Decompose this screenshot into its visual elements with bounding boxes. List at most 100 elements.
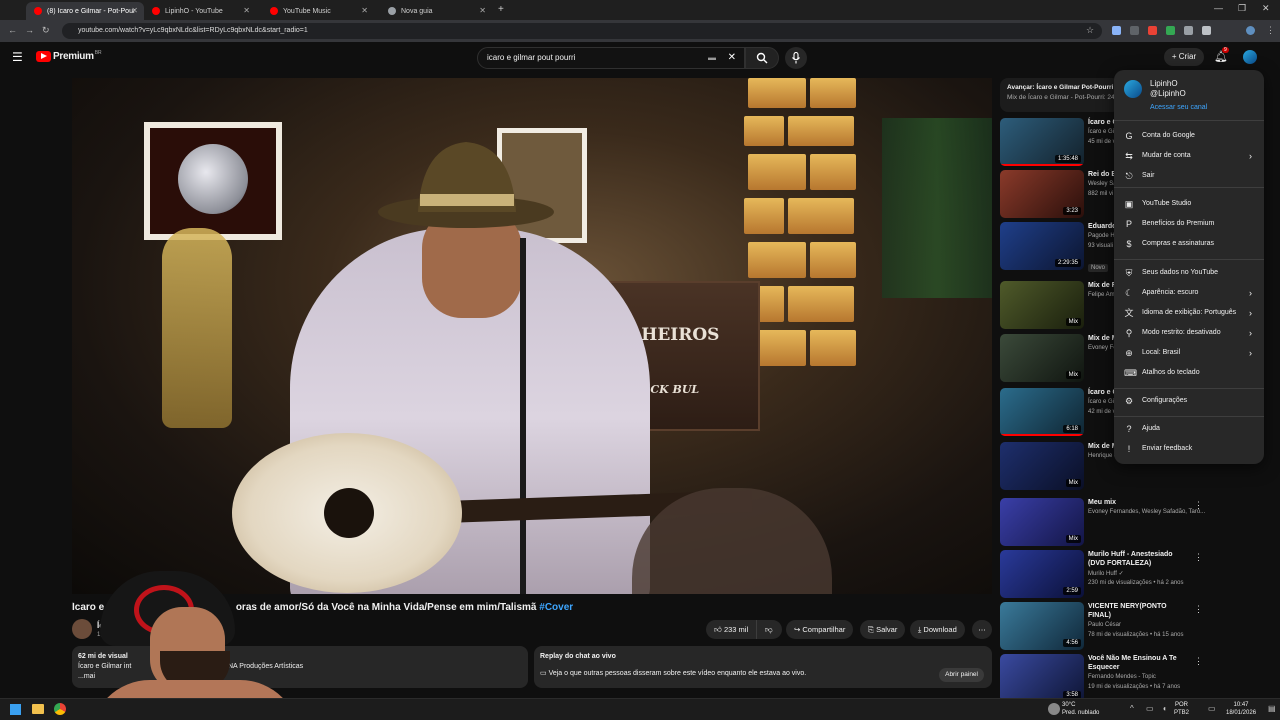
language-code[interactable]: POR: [1174, 701, 1189, 709]
extension-icon[interactable]: [1166, 26, 1175, 35]
extension-icon[interactable]: [1148, 26, 1157, 35]
account-menu-item[interactable]: P Benefícios do Premium: [1114, 215, 1264, 233]
share-button[interactable]: ↪ Compartilhar: [786, 620, 854, 639]
account-menu-item[interactable]: ? Ajuda: [1114, 420, 1264, 438]
keyboard-layout[interactable]: PTB2: [1174, 709, 1189, 717]
search-button[interactable]: [745, 47, 779, 69]
chevron-right-icon: ›: [1249, 151, 1252, 161]
tab-youtube-music[interactable]: YouTube Music ✕: [262, 2, 374, 20]
more-vertical-icon[interactable]: ⋮: [1194, 604, 1203, 615]
close-tab-icon[interactable]: ✕: [479, 6, 486, 15]
video-thumbnail[interactable]: 4:56: [1000, 602, 1084, 650]
video-thumbnail[interactable]: 2:29:35: [1000, 222, 1084, 270]
windows-start-icon[interactable]: [10, 704, 21, 715]
video-thumbnail[interactable]: 2:59: [1000, 550, 1084, 598]
voice-search-button[interactable]: [785, 47, 807, 69]
search-input[interactable]: icaro e gilmar pout pourri ▬ ✕: [477, 47, 745, 69]
account-menu-item[interactable]: ▣ YouTube Studio: [1114, 195, 1264, 213]
video-thumbnail[interactable]: 3:58: [1000, 654, 1084, 702]
tray-chevron-icon[interactable]: ^: [1130, 704, 1134, 713]
account-menu-item[interactable]: G Conta do Google: [1114, 127, 1264, 145]
video-thumbnail[interactable]: Mix: [1000, 442, 1084, 490]
extension-icon[interactable]: [1130, 26, 1139, 35]
recommended-title[interactable]: Murilo Huff - Anestesiado (DVD FORTALEZA…: [1088, 550, 1188, 568]
notification-center-icon[interactable]: ▤: [1268, 704, 1276, 713]
account-menu-item[interactable]: ☾ Aparência: escuro ›: [1114, 284, 1264, 302]
recommended-video[interactable]: 3:58 Você Não Me Ensinou A Te Esquecer Fer…: [1000, 654, 1210, 702]
duration-badge: Mix: [1065, 535, 1081, 543]
profile-avatar-icon[interactable]: [1246, 26, 1255, 35]
like-button[interactable]: 👍︎ 233 mil: [706, 620, 756, 639]
weather-icon: [1048, 703, 1060, 715]
maximize-icon[interactable]: ❐: [1238, 3, 1246, 14]
account-menu-item[interactable]: ⚲ Modo restrito: desativado ›: [1114, 324, 1264, 342]
minimize-icon[interactable]: —: [1214, 3, 1223, 13]
more-actions-button[interactable]: ⋯: [972, 620, 992, 639]
create-button[interactable]: + Criar: [1164, 48, 1204, 66]
recommended-video[interactable]: 4:56 VICENTE NERY(PONTO FINAL) Paulo César…: [1000, 602, 1210, 650]
account-menu-item[interactable]: 文 Idioma de exibição: Português ›: [1114, 304, 1264, 322]
file-explorer-icon[interactable]: [32, 704, 44, 714]
forward-icon[interactable]: →: [25, 25, 34, 35]
video-player[interactable]: PALHEIROS BLACK BUL: [72, 78, 992, 594]
close-window-icon[interactable]: ✕: [1262, 3, 1270, 14]
hamburger-menu-icon[interactable]: ☰: [12, 50, 23, 64]
new-tab-icon[interactable]: +: [498, 4, 504, 15]
close-tab-icon[interactable]: ✕: [131, 6, 138, 15]
close-tab-icon[interactable]: ✕: [243, 6, 250, 15]
account-menu-item[interactable]: ⛨ Seus dados no YouTube: [1114, 264, 1264, 282]
extension-icon[interactable]: [1184, 26, 1193, 35]
clock-time[interactable]: 10:47: [1226, 701, 1256, 709]
open-chat-panel-button[interactable]: Abrir painel: [939, 668, 984, 682]
account-menu-item[interactable]: ⎋ Sair: [1114, 167, 1264, 185]
more-vertical-icon[interactable]: ⋮: [1194, 656, 1203, 667]
tab-icaro-gilmar[interactable]: (8) Ícaro e Gilmar - Pot-Pourri ✕: [26, 2, 144, 20]
more-vertical-icon[interactable]: ⋮: [1194, 500, 1203, 511]
account-menu-item[interactable]: ! Enviar feedback: [1114, 440, 1264, 458]
account-avatar[interactable]: [1243, 50, 1257, 64]
tab-label: YouTube Music: [283, 7, 331, 15]
display-icon[interactable]: ▭: [1208, 704, 1216, 713]
video-thumbnail[interactable]: 3:23: [1000, 170, 1084, 218]
close-tab-icon[interactable]: ✕: [361, 6, 368, 15]
video-thumbnail[interactable]: 6:18: [1000, 388, 1084, 436]
chrome-taskbar-icon[interactable]: [54, 703, 66, 715]
account-menu-item[interactable]: $ Compras e assinaturas: [1114, 235, 1264, 253]
recommended-video[interactable]: 2:59 Murilo Huff - Anestesiado (DVD FORTA…: [1000, 550, 1210, 598]
recommended-title[interactable]: Meu mix: [1088, 498, 1188, 507]
recommended-video[interactable]: Mix Meu mix Evoney Fernandes, Wesley Safad…: [1000, 498, 1210, 546]
more-vertical-icon[interactable]: ⋮: [1194, 552, 1203, 563]
youtube-premium-logo[interactable]: Premium BR: [36, 50, 102, 62]
keyboard-icon[interactable]: ▬: [708, 48, 716, 68]
video-thumbnail[interactable]: Mix: [1000, 281, 1084, 329]
video-thumbnail[interactable]: 1:35:48: [1000, 118, 1084, 166]
tab-nova-guia[interactable]: Nova guia ✕: [380, 2, 492, 20]
video-thumbnail[interactable]: Mix: [1000, 334, 1084, 382]
back-icon[interactable]: ←: [8, 25, 17, 35]
account-menu-item[interactable]: ⊕ Local: Brasil ›: [1114, 344, 1264, 362]
tab-lipinho-youtube[interactable]: LipinhO - YouTube ✕: [144, 2, 256, 20]
extension-icon[interactable]: [1112, 26, 1121, 35]
bookmark-star-icon[interactable]: ☆: [1086, 25, 1094, 36]
network-icon[interactable]: ▭: [1146, 704, 1154, 713]
account-menu-item[interactable]: ⌨ Atalhos do teclado: [1114, 364, 1264, 382]
hashtag-link[interactable]: #Cover: [539, 602, 573, 613]
video-thumbnail[interactable]: Mix: [1000, 498, 1084, 546]
up-next-card[interactable]: Avançar: Ícaro e Gilmar Pot-Pourri Mix d…: [1000, 78, 1120, 112]
speaker-icon[interactable]: ◖: [1162, 704, 1167, 713]
extensions-puzzle-icon[interactable]: [1202, 26, 1211, 35]
view-channel-link[interactable]: Acessar seu canal: [1150, 104, 1207, 111]
account-menu-item[interactable]: ⚙ Configurações: [1114, 392, 1264, 410]
reload-icon[interactable]: ↻: [42, 25, 50, 36]
recommended-title[interactable]: VICENTE NERY(PONTO FINAL): [1088, 602, 1188, 620]
menu-item-label: Idioma de exibição: Português: [1142, 309, 1237, 316]
dislike-button[interactable]: 👎︎: [756, 620, 782, 639]
account-menu-item[interactable]: ⇆ Mudar de conta ›: [1114, 147, 1264, 165]
url-field[interactable]: youtube.com/watch?v=yLc9qbxNLdc&list=RDy…: [62, 23, 1102, 39]
clock-date[interactable]: 18/01/2026: [1226, 709, 1256, 717]
browser-menu-icon[interactable]: ⋮: [1266, 25, 1275, 36]
clear-search-icon[interactable]: ✕: [728, 48, 736, 68]
download-button[interactable]: ⤓ Download: [910, 620, 965, 639]
recommended-title[interactable]: Você Não Me Ensinou A Te Esquecer: [1088, 654, 1188, 672]
save-button[interactable]: ⎘ Salvar: [860, 620, 906, 639]
